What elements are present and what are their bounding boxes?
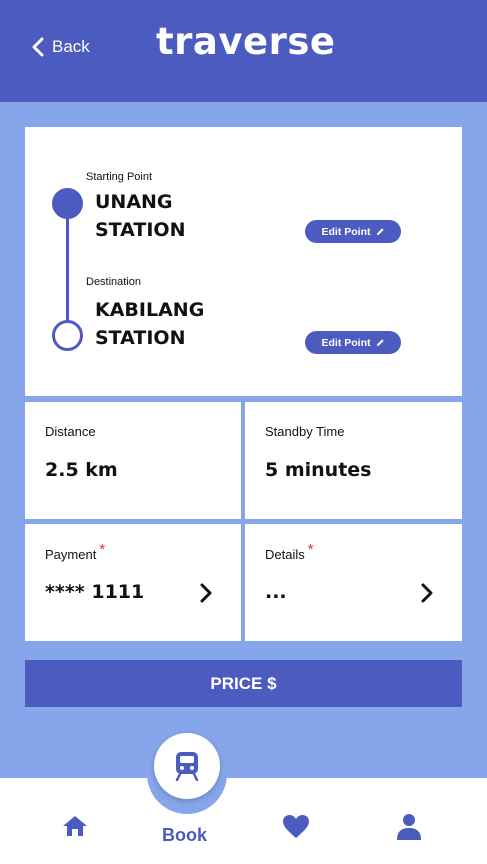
payment-value: **** 1111 [45, 581, 145, 603]
details-value: ... [265, 581, 287, 603]
chevron-right-icon[interactable] [199, 582, 213, 604]
pencil-icon [376, 228, 384, 236]
nav-profile[interactable] [397, 813, 421, 845]
distance-label: Distance [45, 424, 96, 439]
destination-station-name: KABILANG STATION [95, 299, 205, 349]
standby-time-label: Standby Time [265, 424, 345, 439]
chevron-right-icon[interactable] [420, 582, 434, 604]
payment-card[interactable]: Payment * **** 1111 [25, 524, 241, 641]
start-station-name: UNANG STATION [95, 191, 186, 241]
distance-value: 2.5 km [45, 459, 118, 481]
destination-label: Destination [86, 276, 142, 288]
route-line [66, 205, 69, 335]
nav-favorites[interactable] [282, 814, 310, 844]
back-label: Back [52, 37, 90, 56]
nav-home[interactable] [61, 814, 89, 843]
price-button[interactable]: PRICE $ [25, 660, 462, 707]
details-label: Details * [265, 541, 314, 562]
back-button[interactable]: Back [32, 37, 90, 57]
bottom-nav [0, 778, 487, 864]
app-header: Back traverse [0, 0, 487, 102]
edit-destination-button[interactable]: Edit Point [305, 331, 401, 354]
app-logo: traverse [156, 20, 336, 63]
heart-icon [283, 815, 309, 838]
required-asterisk: * [307, 541, 314, 558]
standby-time-value: 5 minutes [265, 459, 372, 481]
start-point-label: Starting Point [86, 171, 153, 183]
home-icon [63, 816, 87, 836]
route-card: Starting Point UNANG STATION Edit Point … [25, 127, 462, 396]
destination-marker [52, 320, 83, 351]
payment-label: Payment * [45, 541, 106, 562]
required-asterisk: * [99, 541, 106, 558]
edit-start-point-button[interactable]: Edit Point [305, 220, 401, 243]
pencil-icon [376, 339, 384, 347]
nav-book-label[interactable]: Book [162, 825, 207, 846]
details-card[interactable]: Details * ... [245, 524, 462, 641]
standby-time-card: Standby Time 5 minutes [245, 402, 462, 519]
book-fab-button[interactable] [154, 733, 220, 799]
train-icon [175, 752, 199, 781]
user-icon [397, 814, 421, 840]
start-point-marker [52, 188, 83, 219]
chevron-left-icon [32, 37, 44, 57]
distance-card: Distance 2.5 km [25, 402, 241, 519]
